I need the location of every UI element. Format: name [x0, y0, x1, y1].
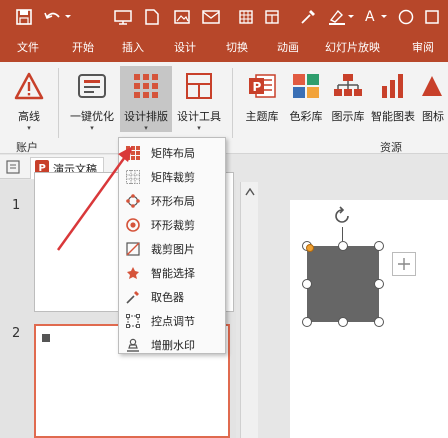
annotation-arrow — [56, 146, 133, 251]
